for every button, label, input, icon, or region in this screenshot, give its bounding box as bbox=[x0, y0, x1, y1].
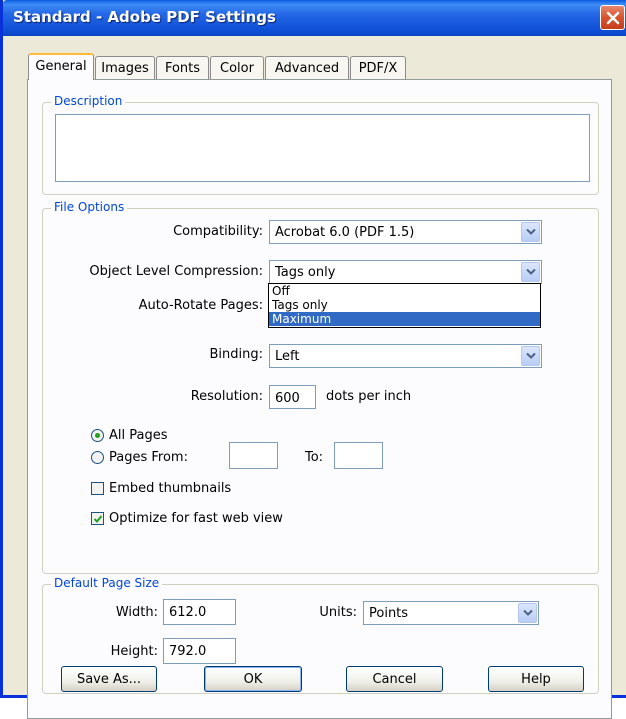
units-select[interactable]: Points bbox=[363, 601, 539, 625]
compression-option-tags-only[interactable]: Tags only bbox=[269, 298, 540, 312]
compatibility-value: Acrobat 6.0 (PDF 1.5) bbox=[275, 225, 415, 240]
chevron-down-icon bbox=[526, 352, 536, 359]
compression-options-list: Off Tags only Maximum bbox=[268, 283, 541, 328]
description-input[interactable] bbox=[55, 114, 590, 182]
tab-advanced-label: Advanced bbox=[274, 61, 340, 76]
embed-thumbnails-label: Embed thumbnails bbox=[109, 481, 232, 496]
units-value: Points bbox=[369, 606, 409, 621]
optimize-web-label: Optimize for fast web view bbox=[109, 511, 283, 526]
save-as-button-label: Save As... bbox=[76, 672, 142, 687]
pages-from-radio[interactable] bbox=[91, 451, 104, 464]
compression-label: Object Level Compression: bbox=[89, 264, 263, 279]
dialog-body: General Images Fonts Color Advanced PDF/… bbox=[6, 36, 626, 719]
tab-color[interactable]: Color bbox=[210, 56, 264, 79]
compression-option-maximum[interactable]: Maximum bbox=[269, 312, 540, 326]
tab-fonts-label: Fonts bbox=[164, 61, 201, 76]
check-icon bbox=[93, 515, 103, 523]
tab-general[interactable]: General bbox=[28, 53, 94, 80]
tab-pdfx[interactable]: PDF/X bbox=[350, 56, 406, 79]
pages-to-label: To: bbox=[305, 450, 324, 465]
compression-option-off[interactable]: Off bbox=[269, 284, 540, 298]
tab-pdfx-label: PDF/X bbox=[358, 61, 398, 76]
compression-select[interactable]: Tags only bbox=[269, 260, 542, 284]
tab-color-label: Color bbox=[220, 61, 254, 76]
height-label: Height: bbox=[110, 644, 158, 659]
description-group-label: Description bbox=[51, 94, 126, 108]
units-label: Units: bbox=[319, 605, 357, 620]
binding-value: Left bbox=[275, 349, 300, 364]
file-options-group-label: File Options bbox=[51, 200, 128, 214]
save-as-button[interactable]: Save As... bbox=[61, 666, 157, 692]
width-value: 612.0 bbox=[169, 605, 207, 620]
binding-dropdown-button[interactable] bbox=[521, 346, 540, 366]
resolution-units: dots per inch bbox=[326, 389, 412, 404]
chevron-down-icon bbox=[523, 609, 533, 616]
binding-select[interactable]: Left bbox=[269, 344, 542, 368]
window-title: Standard - Adobe PDF Settings bbox=[13, 8, 276, 26]
close-icon bbox=[606, 11, 620, 25]
description-group: Description bbox=[42, 94, 599, 195]
pages-to-input[interactable] bbox=[334, 442, 383, 469]
radio-selected-dot bbox=[95, 433, 100, 438]
chevron-down-icon bbox=[526, 228, 536, 235]
all-pages-radio[interactable] bbox=[91, 429, 104, 442]
chevron-down-icon bbox=[526, 268, 536, 275]
tab-general-label: General bbox=[35, 59, 87, 74]
all-pages-label: All Pages bbox=[109, 428, 168, 443]
pages-from-label: Pages From: bbox=[109, 450, 188, 465]
compression-value: Tags only bbox=[275, 265, 336, 280]
page-size-group-label: Default Page Size bbox=[51, 576, 163, 590]
file-options-group: File Options Compatibility: Acrobat 6.0 … bbox=[42, 200, 599, 574]
width-input[interactable]: 612.0 bbox=[163, 599, 236, 625]
help-button-label: Help bbox=[521, 672, 551, 687]
auto-rotate-label: Auto-Rotate Pages: bbox=[138, 298, 263, 313]
close-button[interactable] bbox=[600, 5, 625, 30]
compatibility-dropdown-button[interactable] bbox=[521, 222, 540, 242]
compatibility-label: Compatibility: bbox=[173, 224, 263, 239]
tab-advanced[interactable]: Advanced bbox=[265, 56, 349, 79]
help-button[interactable]: Help bbox=[488, 666, 584, 692]
height-value: 792.0 bbox=[169, 644, 207, 659]
optimize-web-checkbox[interactable] bbox=[91, 512, 104, 525]
title-bar[interactable]: Standard - Adobe PDF Settings bbox=[3, 0, 626, 36]
dialog-window: Standard - Adobe PDF Settings General Im… bbox=[0, 0, 626, 719]
cancel-button-label: Cancel bbox=[372, 672, 417, 687]
height-input[interactable]: 792.0 bbox=[163, 638, 236, 664]
resolution-label: Resolution: bbox=[190, 389, 263, 404]
width-label: Width: bbox=[115, 605, 158, 620]
resolution-input[interactable]: 600 bbox=[269, 385, 316, 409]
compression-dropdown-button[interactable] bbox=[521, 262, 540, 282]
tab-images[interactable]: Images bbox=[95, 56, 155, 79]
tab-fonts[interactable]: Fonts bbox=[156, 56, 209, 79]
compatibility-select[interactable]: Acrobat 6.0 (PDF 1.5) bbox=[269, 220, 542, 244]
resolution-value: 600 bbox=[275, 391, 300, 406]
ok-button[interactable]: OK bbox=[204, 666, 302, 692]
ok-button-label: OK bbox=[243, 672, 263, 687]
tab-images-label: Images bbox=[101, 61, 149, 76]
units-dropdown-button[interactable] bbox=[518, 603, 537, 623]
tab-panel-general: Description File Options Compatibility: … bbox=[27, 79, 612, 719]
cancel-button[interactable]: Cancel bbox=[346, 666, 443, 692]
pages-from-input[interactable] bbox=[229, 442, 278, 469]
embed-thumbnails-checkbox[interactable] bbox=[91, 482, 104, 495]
binding-label: Binding: bbox=[209, 347, 263, 362]
